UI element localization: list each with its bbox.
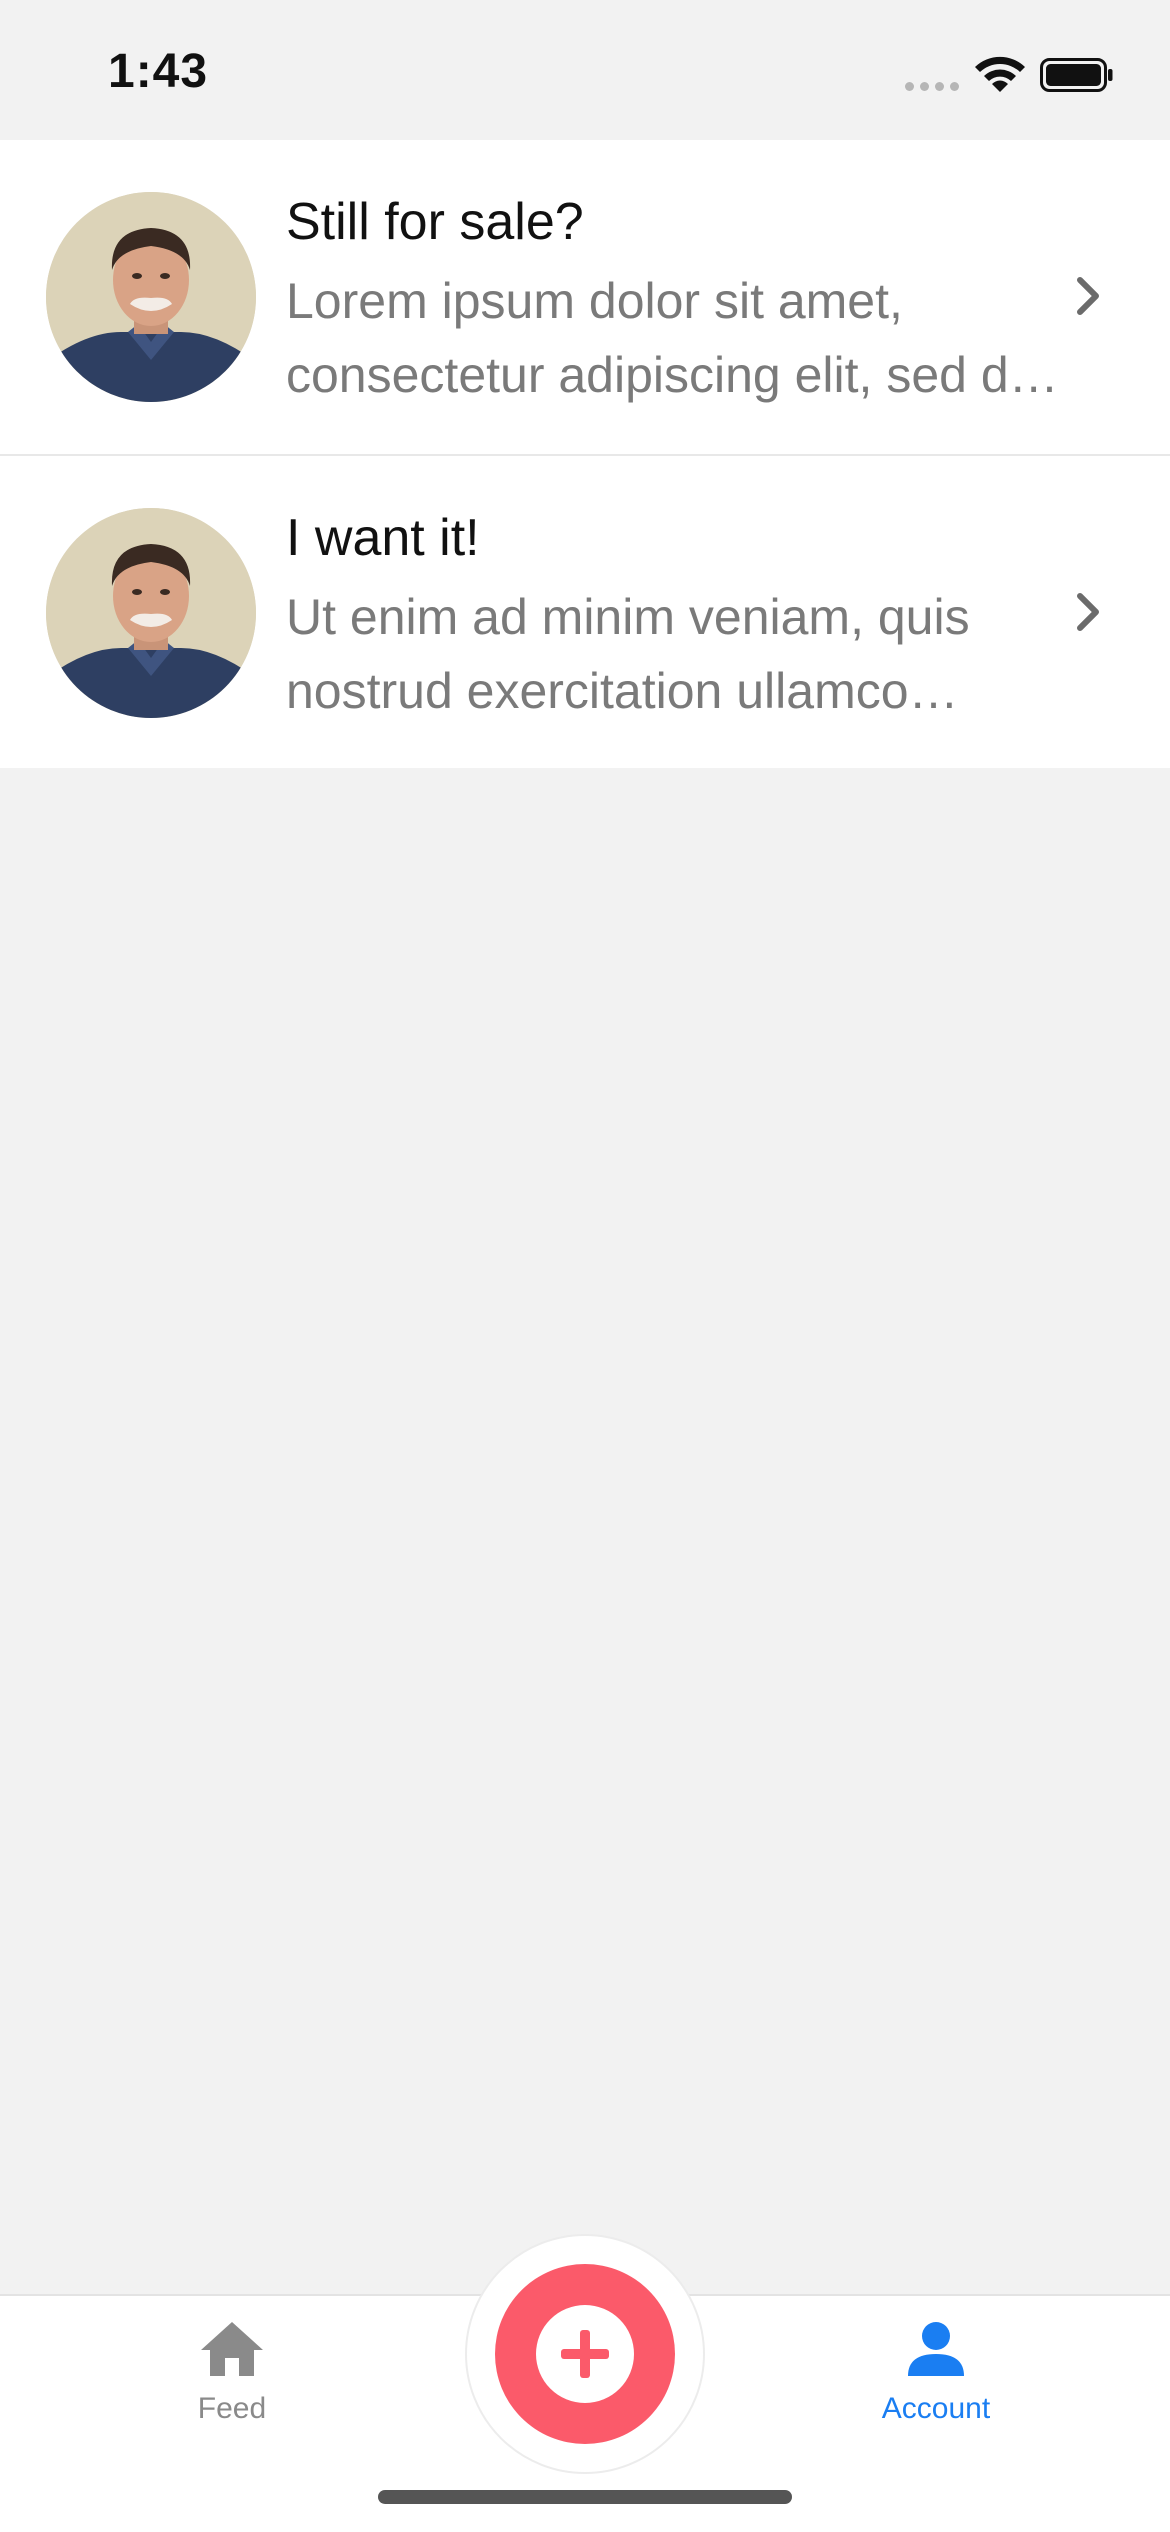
wifi-icon — [975, 56, 1025, 92]
signal-dots-icon — [905, 82, 959, 91]
add-button-container — [465, 2234, 705, 2474]
tab-feed-label: Feed — [197, 2392, 267, 2425]
message-list: Still for sale? Lorem ipsum dolor sit am… — [0, 140, 1170, 768]
person-icon — [908, 2322, 964, 2376]
chevron-right-icon — [1077, 277, 1099, 315]
profile-photo — [46, 192, 256, 402]
home-icon — [201, 2322, 263, 2376]
profile-photo — [46, 508, 256, 718]
message-preview: Lorem ipsum dolor sit amet, consectetur … — [286, 273, 1037, 403]
status-time: 1:43 — [108, 45, 209, 98]
avatar — [46, 508, 256, 718]
home-indicator — [378, 2490, 792, 2504]
message-row[interactable]: Still for sale? Lorem ipsum dolor sit am… — [0, 140, 1170, 454]
status-bar: 1:43 — [0, 0, 1170, 140]
battery-icon — [1040, 58, 1113, 92]
chevron-right-icon — [1077, 593, 1099, 631]
tab-account[interactable]: Account — [826, 2320, 1046, 2426]
avatar — [46, 192, 256, 402]
add-button-inner — [536, 2305, 634, 2403]
message-row[interactable]: I want it! Ut enim ad minim veniam, quis… — [0, 454, 1170, 768]
add-button[interactable] — [495, 2264, 675, 2444]
message-title: Still for sale? — [286, 193, 584, 251]
tab-feed[interactable]: Feed — [122, 2320, 342, 2426]
message-title: I want it! — [286, 509, 480, 567]
message-preview: Ut enim ad minim veniam, quis nostrud ex… — [286, 589, 970, 719]
tab-account-label: Account — [881, 2392, 991, 2425]
plus-icon — [561, 2330, 609, 2378]
